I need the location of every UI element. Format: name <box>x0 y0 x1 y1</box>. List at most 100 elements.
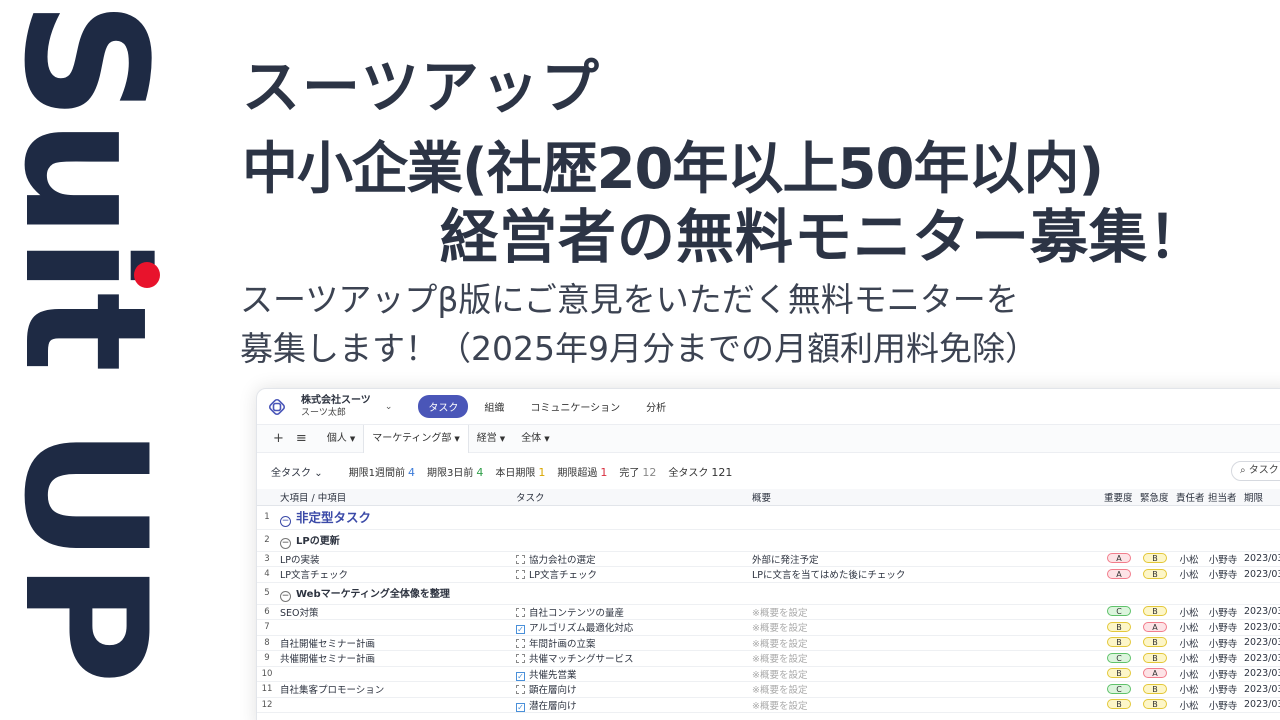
owner-cell[interactable]: 小松 <box>1173 604 1205 620</box>
task-cell[interactable]: 共催マッチングサービス <box>513 650 749 667</box>
summary-cell[interactable]: 外部に発注予定 <box>749 551 1101 567</box>
section-row[interactable]: 2− LPの更新 <box>257 529 1280 552</box>
nav-tab-communication[interactable]: コミュニケーション <box>520 395 630 418</box>
due-cell[interactable]: 2023/03 <box>1241 551 1280 567</box>
task-checkbox[interactable] <box>516 654 525 664</box>
task-row[interactable]: 6 SEO対策 自社コンテンツの量産 ※概要を設定 C B 小松 小野寺 2023/03 <box>257 604 1280 620</box>
task-checkbox[interactable]: ✓ <box>516 625 525 635</box>
item-cell[interactable]: LP文言チェック <box>277 566 513 583</box>
item-cell[interactable]: SEO対策 <box>277 604 513 620</box>
section-row[interactable]: 1− 非定型タスク <box>257 505 1280 530</box>
urgency-cell[interactable]: B <box>1137 681 1173 698</box>
summary-cell[interactable]: ※概要を設定 <box>749 681 1101 698</box>
task-cell[interactable]: 年間計画の立案 <box>513 635 749 651</box>
task-filter-dropdown[interactable]: 全タスク ⌄ <box>271 464 323 479</box>
item-cell[interactable]: 自社集客プロモーション <box>277 681 513 698</box>
item-cell[interactable]: LPの実装 <box>277 551 513 567</box>
task-cell[interactable]: ✓ 共催先営業 <box>513 666 749 682</box>
importance-cell[interactable]: C <box>1101 681 1137 698</box>
header-item[interactable]: 大項目 / 中項目 <box>277 489 513 506</box>
task-row[interactable]: 7 ✓ アルゴリズム最適化対応 ※概要を設定 B A 小松 小野寺 2023/03 <box>257 619 1280 636</box>
assignee-cell[interactable]: 小野寺 <box>1205 619 1241 636</box>
assignee-cell[interactable]: 小野寺 <box>1205 697 1241 713</box>
summary-cell[interactable]: ※概要を設定 <box>749 604 1101 620</box>
task-cell[interactable]: 顕在層向け <box>513 681 749 698</box>
task-row[interactable]: 10 ✓ 共催先営業 ※概要を設定 B A 小松 小野寺 2023/03 <box>257 666 1280 682</box>
due-cell[interactable]: 2023/03 <box>1241 604 1280 620</box>
summary-cell[interactable]: ※概要を設定 <box>749 635 1101 651</box>
task-row[interactable]: 12 ✓ 潜在層向け ※概要を設定 B B 小松 小野寺 2023/03 <box>257 697 1280 713</box>
importance-cell[interactable]: B <box>1101 666 1137 682</box>
filter-item[interactable]: 期限3日前 4 <box>427 466 483 479</box>
task-row[interactable]: 3 LPの実装 協力会社の選定 外部に発注予定 A B 小松 小野寺 2023/03 <box>257 551 1280 567</box>
menu-icon[interactable]: ≡ <box>296 431 307 446</box>
task-cell[interactable]: ✓ アルゴリズム最適化対応 <box>513 619 749 636</box>
importance-cell[interactable]: B <box>1101 635 1137 651</box>
view-tab-marketing[interactable]: マーケティング部 ▼ <box>363 424 469 453</box>
owner-cell[interactable]: 小松 <box>1173 619 1205 636</box>
task-checkbox[interactable] <box>516 554 525 564</box>
header-summary[interactable]: 概要 <box>749 489 1101 506</box>
task-cell[interactable]: 自社コンテンツの量産 <box>513 604 749 620</box>
urgency-cell[interactable]: B <box>1137 697 1173 713</box>
view-tab-all[interactable]: 全体 ▼ <box>513 425 557 453</box>
assignee-cell[interactable]: 小野寺 <box>1205 666 1241 682</box>
chevron-down-icon[interactable]: ⌄ <box>385 402 393 412</box>
filter-item[interactable]: 期限超過 1 <box>557 466 607 479</box>
item-cell[interactable] <box>277 697 513 713</box>
filter-item[interactable]: 完了 12 <box>619 466 656 479</box>
task-row[interactable]: 11 自社集客プロモーション 顕在層向け ※概要を設定 C B 小松 小野寺 2023/03 <box>257 681 1280 698</box>
importance-cell[interactable]: C <box>1101 604 1137 620</box>
filter-item[interactable]: 期限1週間前 4 <box>349 466 415 479</box>
item-cell[interactable] <box>277 666 513 682</box>
task-checkbox[interactable] <box>516 607 525 617</box>
importance-cell[interactable]: A <box>1101 551 1137 567</box>
collapse-icon[interactable]: − <box>280 590 291 602</box>
importance-cell[interactable]: B <box>1101 697 1137 713</box>
due-cell[interactable]: 2023/03 <box>1241 650 1280 667</box>
view-tab-personal[interactable]: 個人 ▼ <box>319 425 363 453</box>
header-assignee[interactable]: 担当者 <box>1205 489 1241 506</box>
add-icon[interactable]: + <box>273 431 284 446</box>
assignee-cell[interactable]: 小野寺 <box>1205 635 1241 651</box>
owner-cell[interactable]: 小松 <box>1173 681 1205 698</box>
urgency-cell[interactable]: A <box>1137 619 1173 636</box>
urgency-cell[interactable]: B <box>1137 650 1173 667</box>
section-row[interactable]: 5− Webマーケティング全体像を整理 <box>257 582 1280 605</box>
filter-item[interactable]: 本日期限 1 <box>495 466 545 479</box>
task-row[interactable]: 9 共催開催セミナー計画 共催マッチングサービス ※概要を設定 C B 小松 小野寺 2023/… <box>257 650 1280 667</box>
task-cell[interactable]: ✓ 潜在層向け <box>513 697 749 713</box>
assignee-cell[interactable]: 小野寺 <box>1205 604 1241 620</box>
item-cell[interactable] <box>277 619 513 636</box>
item-cell[interactable]: 共催開催セミナー計画 <box>277 650 513 667</box>
summary-cell[interactable]: ※概要を設定 <box>749 697 1101 713</box>
filter-item[interactable]: 全タスク 121 <box>668 466 732 479</box>
header-owner[interactable]: 責任者 <box>1173 489 1205 506</box>
due-cell[interactable]: 2023/03 <box>1241 566 1280 583</box>
owner-cell[interactable]: 小松 <box>1173 666 1205 682</box>
task-checkbox[interactable]: ✓ <box>516 702 525 712</box>
urgency-cell[interactable]: A <box>1137 666 1173 682</box>
owner-cell[interactable]: 小松 <box>1173 566 1205 583</box>
importance-cell[interactable]: B <box>1101 619 1137 636</box>
summary-cell[interactable]: LPに文言を当てはめた後にチェック <box>749 566 1101 583</box>
due-cell[interactable]: 2023/03 <box>1241 635 1280 651</box>
task-cell[interactable]: 協力会社の選定 <box>513 551 749 567</box>
summary-cell[interactable]: ※概要を設定 <box>749 650 1101 667</box>
nav-tab-tasks[interactable]: タスク <box>418 395 469 418</box>
owner-cell[interactable]: 小松 <box>1173 551 1205 567</box>
urgency-cell[interactable]: B <box>1137 604 1173 620</box>
importance-cell[interactable]: A <box>1101 566 1137 583</box>
header-urgency[interactable]: 緊急度 <box>1137 489 1173 506</box>
task-checkbox[interactable] <box>516 685 525 695</box>
due-cell[interactable]: 2023/03 <box>1241 681 1280 698</box>
assignee-cell[interactable]: 小野寺 <box>1205 551 1241 567</box>
header-importance[interactable]: 重要度 <box>1101 489 1137 506</box>
view-tab-management[interactable]: 経営 ▼ <box>469 425 513 453</box>
task-row[interactable]: 8 自社開催セミナー計画 年間計画の立案 ※概要を設定 B B 小松 小野寺 2023/03 <box>257 635 1280 651</box>
due-cell[interactable]: 2023/03 <box>1241 666 1280 682</box>
due-cell[interactable]: 2023/03 <box>1241 619 1280 636</box>
task-checkbox[interactable]: ✓ <box>516 671 525 681</box>
collapse-icon[interactable]: − <box>280 516 291 527</box>
nav-tab-organization[interactable]: 組織 <box>474 395 514 418</box>
